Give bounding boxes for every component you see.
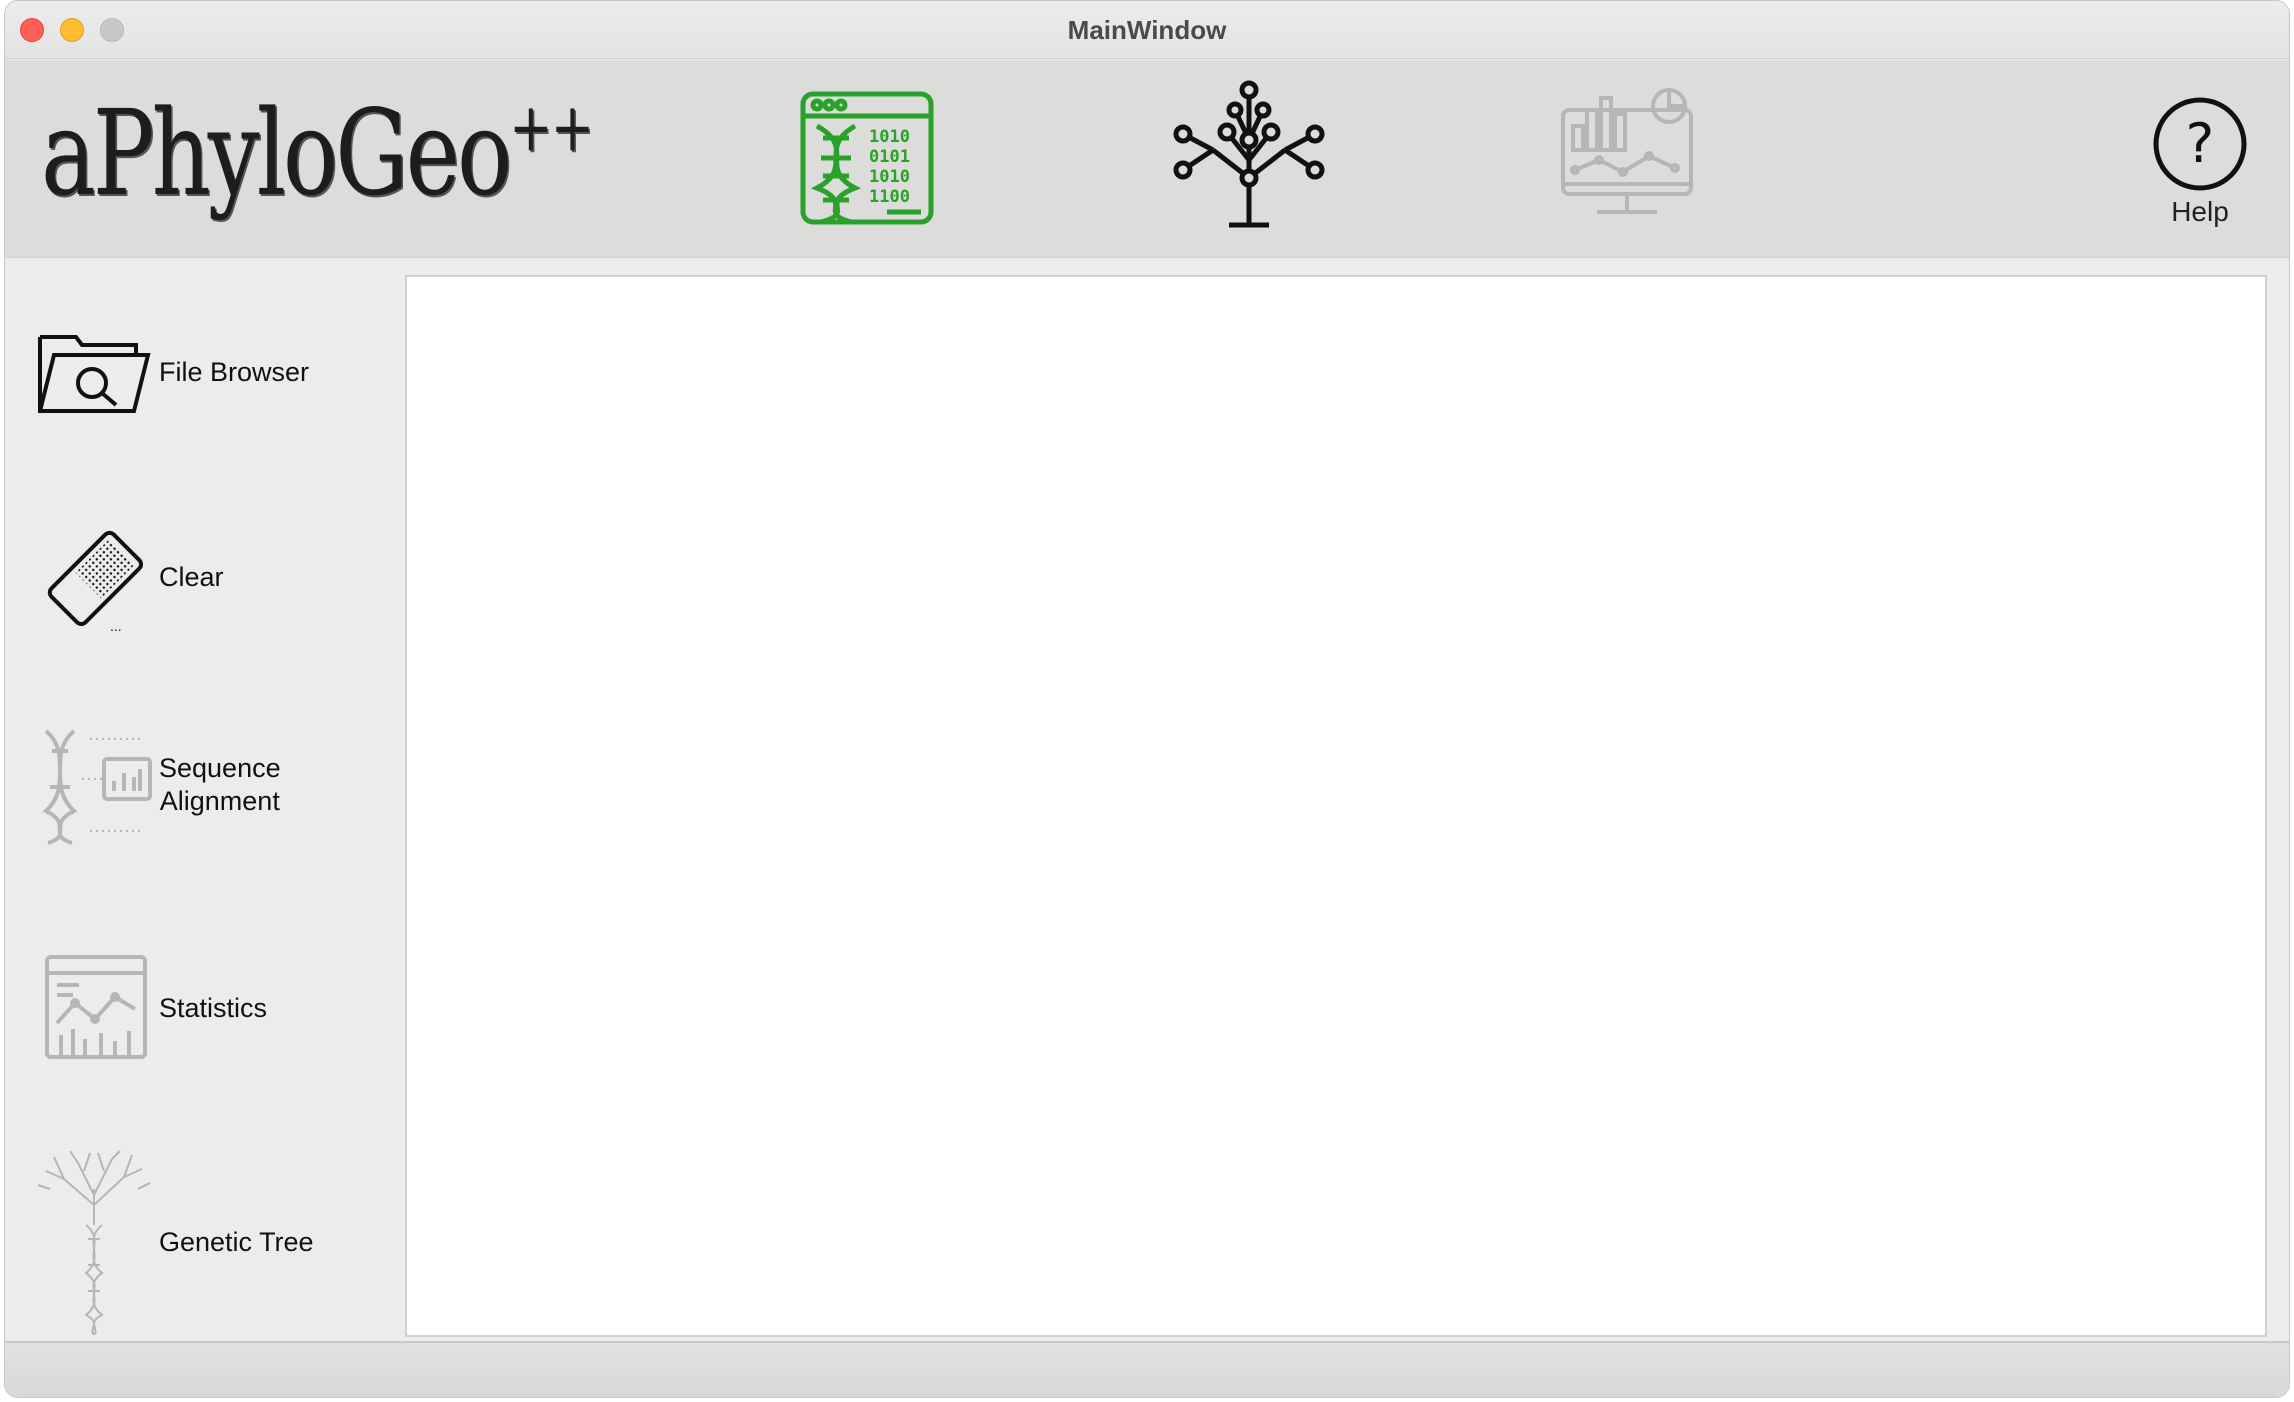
status-bar	[5, 1341, 2289, 1397]
statistics-label: Statistics	[159, 992, 268, 1023]
tree-network-icon	[1173, 80, 1325, 228]
svg-text:0101: 0101	[869, 147, 910, 167]
svg-text:1100: 1100	[869, 187, 910, 207]
dna-code-icon: 1010 0101 1010 1100	[800, 91, 934, 225]
app-logo: aPhyloGeo++	[41, 84, 594, 222]
sequence-alignment-label: Sequence Alignment	[159, 753, 281, 816]
genetic-tree-button[interactable]: Genetic Tree	[29, 1149, 389, 1335]
main-content-panel[interactable]	[405, 275, 2267, 1337]
clear-label: Clear	[159, 561, 224, 592]
genetic-tree-label: Genetic Tree	[159, 1226, 314, 1257]
dna-chart-icon	[29, 725, 159, 845]
help-question-icon: ?	[2153, 97, 2247, 191]
folder-search-icon	[29, 327, 159, 417]
statistics-tab-button[interactable]	[1557, 80, 1697, 220]
sequences-tab-button[interactable]: 1010 0101 1010 1100	[797, 88, 937, 228]
file-browser-button[interactable]: File Browser	[29, 327, 389, 417]
left-sidebar: File Browser ... Clear Sequence Alignmen…	[5, 259, 401, 1341]
main-window: MainWindow aPhyloGeo++ 1010 0101 1010 11…	[4, 0, 2290, 1398]
help-button[interactable]: ? Help	[2145, 96, 2255, 228]
window-title: MainWindow	[1067, 15, 1227, 45]
monitor-chart-icon	[1561, 88, 1693, 214]
tree-tab-button[interactable]	[1169, 80, 1329, 230]
dna-tree-icon	[29, 1149, 159, 1335]
eraser-icon: ...	[29, 519, 159, 635]
file-browser-label: File Browser	[159, 356, 310, 387]
statistics-dashboard-icon	[29, 953, 159, 1063]
svg-text:1010: 1010	[869, 127, 910, 147]
statistics-button[interactable]: Statistics	[29, 953, 389, 1063]
title-bar: MainWindow	[5, 1, 2289, 59]
svg-text:1010: 1010	[869, 167, 910, 187]
svg-text:...: ...	[110, 618, 122, 634]
svg-text:?: ?	[2186, 112, 2215, 175]
clear-button[interactable]: ... Clear	[29, 519, 389, 635]
top-toolbar: aPhyloGeo++ 1010 0101 1010 1100 ? Help	[5, 60, 2289, 258]
help-label: Help	[2171, 196, 2229, 227]
sequence-alignment-button[interactable]: Sequence Alignment	[29, 725, 389, 845]
